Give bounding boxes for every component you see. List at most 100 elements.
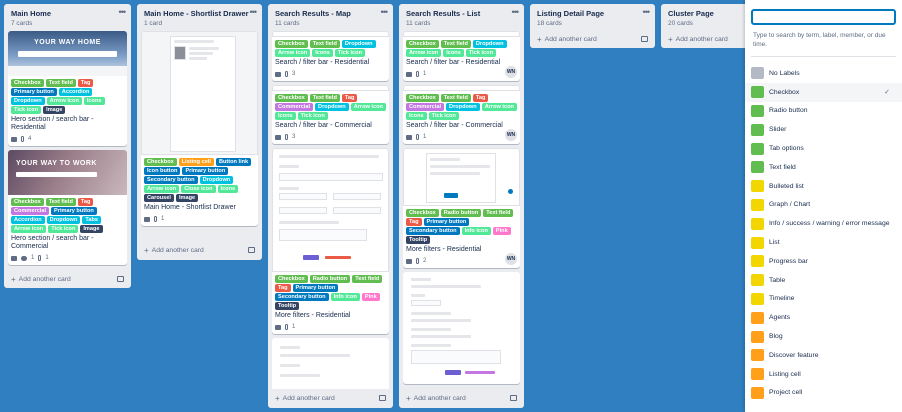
card-label[interactable]: Arrow icon bbox=[11, 225, 47, 233]
card-label[interactable]: Pink bbox=[492, 227, 511, 235]
label-filter-item[interactable]: Text field bbox=[745, 158, 902, 177]
list-menu-icon[interactable]: ••• bbox=[643, 7, 651, 17]
card-label[interactable]: Tag bbox=[341, 94, 358, 102]
list-title[interactable]: Listing Detail Page bbox=[537, 9, 648, 18]
label-filter-item[interactable]: No Labels bbox=[745, 64, 902, 83]
card-label[interactable]: Secondary button bbox=[406, 227, 460, 235]
label-filter-item[interactable]: List bbox=[745, 233, 902, 252]
card-label[interactable]: Icons bbox=[217, 185, 239, 193]
card-label[interactable]: Dropdown bbox=[11, 97, 45, 105]
avatar[interactable]: WN bbox=[505, 253, 517, 265]
card-label[interactable]: Image bbox=[80, 225, 103, 233]
card-label[interactable]: Icons bbox=[275, 112, 296, 120]
list-header[interactable]: Listing Detail Page 18 cards ••• bbox=[530, 4, 655, 27]
list-menu-icon[interactable]: ••• bbox=[381, 7, 389, 17]
card-label[interactable]: Primary button bbox=[51, 207, 97, 215]
card-label[interactable]: Checkbox bbox=[275, 94, 308, 102]
card-label[interactable]: Tick icon bbox=[11, 106, 42, 114]
card-label[interactable]: Icons bbox=[443, 49, 464, 57]
card[interactable] bbox=[403, 272, 520, 384]
card-label[interactable]: Button link bbox=[215, 158, 252, 166]
card-label[interactable]: Image bbox=[175, 194, 199, 202]
card-label[interactable]: Primary button bbox=[182, 167, 229, 175]
card-label[interactable]: Primary button bbox=[423, 218, 470, 226]
card-label[interactable]: Tooltip bbox=[406, 236, 431, 244]
label-filter-item[interactable]: Info / success / warning / error message bbox=[745, 214, 902, 233]
list-menu-icon[interactable]: ••• bbox=[119, 7, 127, 17]
card-template-icon[interactable] bbox=[641, 36, 648, 42]
label-filter-item[interactable]: Discover feature bbox=[745, 346, 902, 365]
card-label[interactable]: Text field bbox=[440, 40, 471, 48]
card-label[interactable]: Tag bbox=[472, 94, 489, 102]
card-label[interactable]: Tag bbox=[77, 198, 94, 206]
label-filter-item[interactable]: Slider bbox=[745, 120, 902, 139]
card-label[interactable]: Close icon bbox=[181, 185, 216, 193]
card-label[interactable]: Text field bbox=[309, 94, 340, 102]
card-label[interactable]: Text field bbox=[483, 209, 514, 217]
card-label[interactable]: Accordion bbox=[11, 216, 45, 224]
card-label[interactable]: Text field bbox=[45, 79, 76, 87]
card[interactable]: Checkbox Text field Tag Commercial Dropdown A… bbox=[403, 85, 520, 144]
card-label[interactable]: Icons bbox=[83, 97, 105, 105]
card-label[interactable]: Commercial bbox=[406, 103, 445, 111]
card-template-icon[interactable] bbox=[117, 276, 124, 282]
card-label[interactable]: Dropdown bbox=[472, 40, 507, 48]
add-card-button[interactable]: + Add another card bbox=[403, 391, 520, 405]
card-label[interactable]: Radio button bbox=[309, 275, 351, 283]
add-card-button[interactable]: + Add another card bbox=[8, 272, 127, 286]
card-label[interactable]: Listing cell bbox=[178, 158, 214, 166]
card[interactable]: Checkbox Text field Dropdown Arrow icon Icon… bbox=[272, 31, 389, 81]
card-label[interactable]: Dropdown bbox=[446, 103, 480, 111]
card-label[interactable]: Checkbox bbox=[406, 94, 439, 102]
card-label[interactable]: Tag bbox=[406, 218, 422, 226]
card[interactable] bbox=[272, 338, 389, 389]
label-filter-item[interactable]: Checkbox ✓ bbox=[745, 82, 902, 102]
add-card-button[interactable]: + Add another card bbox=[272, 391, 389, 405]
list-title[interactable]: Search Results - Map bbox=[275, 9, 386, 18]
label-filter-item[interactable]: Progress bar bbox=[745, 252, 902, 271]
list-header[interactable]: Search Results - List 11 cards ••• bbox=[399, 4, 524, 27]
card[interactable]: Checkbox Text field Dropdown Arrow icon Icon… bbox=[403, 31, 520, 81]
card-label[interactable]: Tick icon bbox=[465, 49, 496, 57]
card-label[interactable]: Text field bbox=[45, 198, 76, 206]
card-label[interactable]: Tag bbox=[275, 284, 291, 292]
card-label[interactable]: Tag bbox=[77, 79, 94, 87]
card-label[interactable]: Icons bbox=[406, 112, 427, 120]
card-label[interactable]: Dropdown bbox=[46, 216, 81, 224]
list-header[interactable]: Main Home - Shortlist Drawer 1 card ••• bbox=[137, 4, 262, 27]
card-label[interactable]: Icons bbox=[312, 49, 333, 57]
card-label[interactable]: Arrow icon bbox=[406, 49, 442, 57]
card-label[interactable]: Checkbox bbox=[406, 40, 439, 48]
list-header[interactable]: Main Home 7 cards ••• bbox=[4, 4, 131, 27]
label-filter-item[interactable]: Timeline bbox=[745, 290, 902, 309]
card-label[interactable]: Arrow icon bbox=[144, 185, 180, 193]
card-label[interactable]: Info icon bbox=[461, 227, 491, 235]
card[interactable]: Checkbox Listing cell Button link Icon butt… bbox=[141, 31, 258, 226]
card-label[interactable]: Tooltip bbox=[275, 302, 300, 310]
card-template-icon[interactable] bbox=[510, 395, 517, 401]
card-label[interactable]: Dropdown bbox=[315, 103, 349, 111]
search-input[interactable] bbox=[751, 9, 896, 25]
card-label[interactable]: Tick icon bbox=[334, 49, 365, 57]
card-label[interactable]: Checkbox bbox=[406, 209, 439, 217]
card-label[interactable]: Checkbox bbox=[144, 158, 177, 166]
card[interactable]: Checkbox Radio button Text field Tag Primary… bbox=[403, 148, 520, 268]
label-filter-item[interactable]: Listing cell bbox=[745, 365, 902, 384]
card-label[interactable]: Commercial bbox=[275, 103, 314, 111]
avatar[interactable]: WN bbox=[505, 129, 517, 141]
label-filter-item[interactable]: Graph / Chart bbox=[745, 196, 902, 215]
card-label[interactable]: Dropdown bbox=[341, 40, 376, 48]
card-label[interactable]: Primary button bbox=[292, 284, 339, 292]
list-header[interactable]: Search Results - Map 11 cards ••• bbox=[268, 4, 393, 27]
card-label[interactable]: Tick icon bbox=[297, 112, 328, 120]
card-label[interactable]: Secondary button bbox=[144, 176, 198, 184]
avatar[interactable]: WN bbox=[505, 66, 517, 78]
card-template-icon[interactable] bbox=[248, 247, 255, 253]
card-label[interactable]: Pink bbox=[361, 293, 380, 301]
list-title[interactable]: Main Home - Shortlist Drawer bbox=[144, 9, 255, 18]
card-label[interactable]: Text field bbox=[309, 40, 340, 48]
card-label[interactable]: Arrow icon bbox=[350, 103, 386, 111]
label-filter-item[interactable]: Bulleted list bbox=[745, 177, 902, 196]
card-label[interactable]: Arrow icon bbox=[46, 97, 82, 105]
card-label[interactable]: Text field bbox=[440, 94, 471, 102]
